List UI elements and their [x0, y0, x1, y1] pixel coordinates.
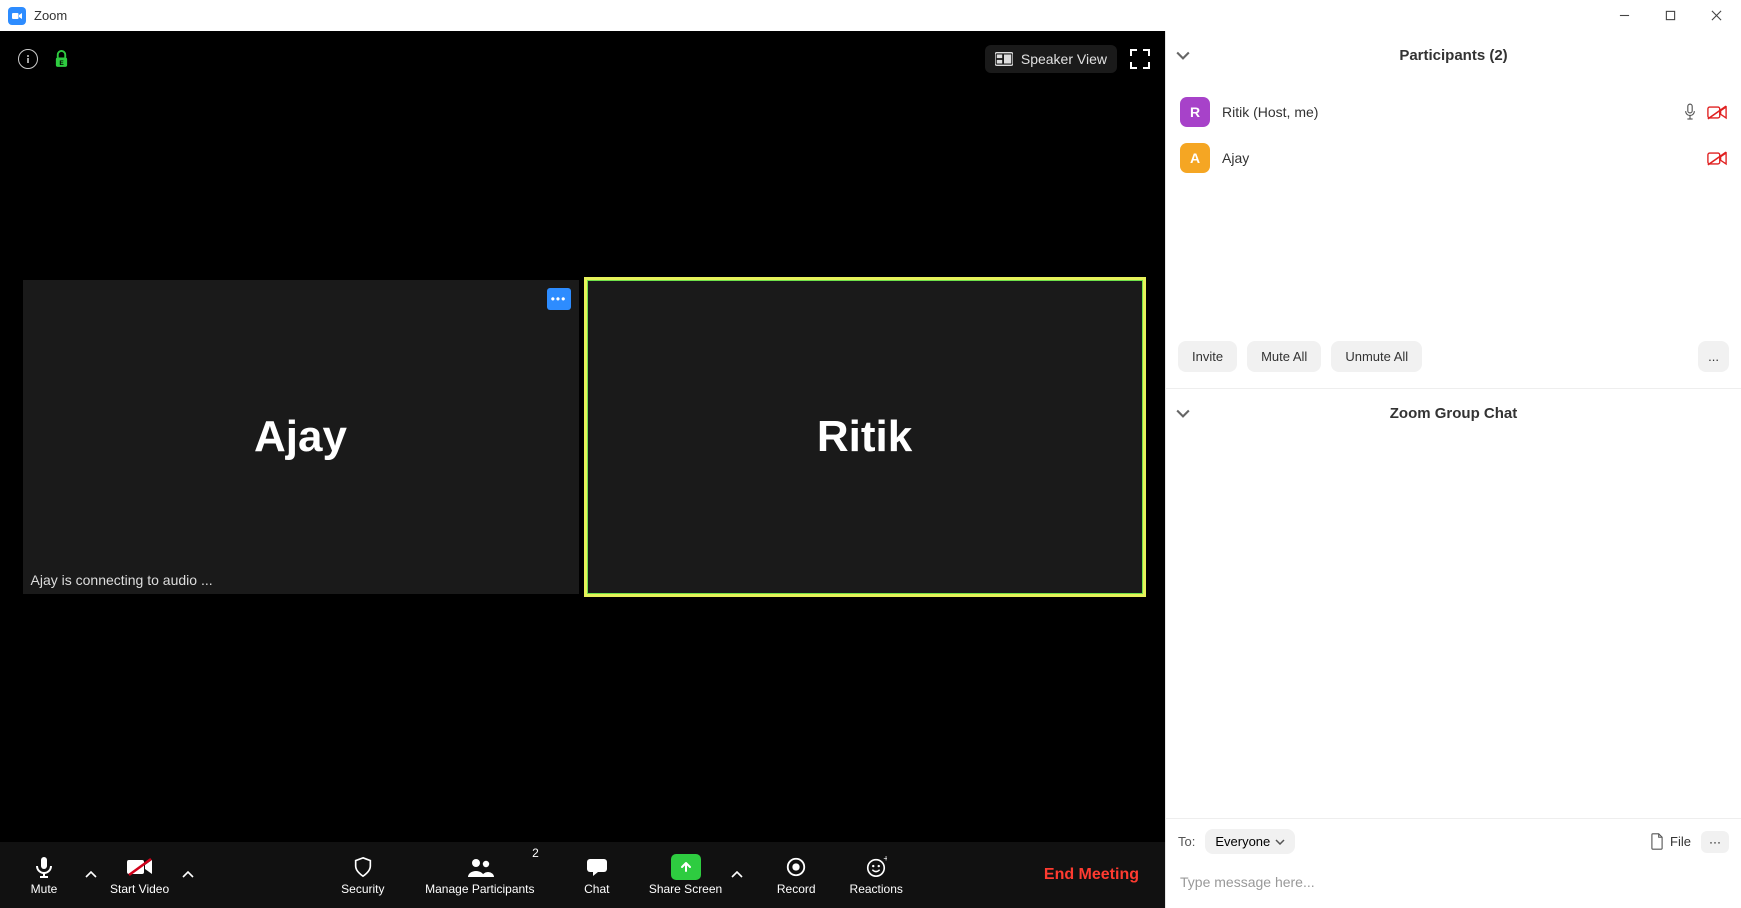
- security-button[interactable]: Security: [335, 850, 391, 900]
- tile-more-button[interactable]: •••: [547, 288, 571, 310]
- camera-off-icon: [1707, 105, 1727, 120]
- chat-more-button[interactable]: ···: [1701, 831, 1729, 853]
- window-title: Zoom: [34, 8, 1615, 23]
- shield-icon: [352, 855, 374, 879]
- mute-button[interactable]: Mute: [16, 855, 72, 896]
- end-meeting-button[interactable]: End Meeting: [1044, 866, 1139, 884]
- mute-all-button[interactable]: Mute All: [1247, 341, 1321, 372]
- chat-input[interactable]: [1166, 864, 1741, 908]
- meeting-toolbar: Mute Start Video: [0, 842, 1165, 908]
- participant-name: Ajay: [1222, 150, 1695, 166]
- side-panel: Participants (2) R Ritik (Host, me) A Aj…: [1165, 31, 1741, 908]
- chat-controls: To: Everyone File ···: [1166, 818, 1741, 864]
- window-minimize-button[interactable]: [1615, 7, 1633, 25]
- reactions-icon: +: [865, 855, 887, 879]
- participants-header: Participants (2): [1166, 31, 1741, 81]
- video-tile-ajay[interactable]: ••• Ajay Ajay is connecting to audio ...: [23, 280, 579, 594]
- participant-row[interactable]: A Ajay: [1166, 135, 1741, 181]
- record-icon: [785, 855, 807, 879]
- chat-recipient-dropdown[interactable]: Everyone: [1205, 829, 1295, 854]
- svg-text:+: +: [884, 856, 888, 864]
- microphone-icon: [32, 855, 56, 879]
- avatar: A: [1180, 143, 1210, 173]
- tile-status-label: Ajay is connecting to audio ...: [31, 572, 213, 588]
- participants-count-badge: 2: [532, 846, 539, 860]
- record-button[interactable]: Record: [768, 850, 824, 900]
- participants-more-button[interactable]: ...: [1698, 341, 1729, 372]
- participant-name: Ritik (Host, me): [1222, 104, 1671, 120]
- window-close-button[interactable]: [1707, 7, 1725, 25]
- fullscreen-button[interactable]: [1129, 48, 1151, 70]
- video-tile-ritik[interactable]: Ritik: [587, 280, 1143, 594]
- camera-off-icon: [126, 855, 154, 879]
- participants-list: R Ritik (Host, me) A Ajay: [1166, 81, 1741, 189]
- manage-participants-button[interactable]: 2 Manage Participants: [415, 850, 545, 900]
- share-options-caret[interactable]: [730, 850, 744, 900]
- share-screen-button[interactable]: Share Screen: [649, 855, 722, 896]
- video-area: E Speaker View ••• Ajay Ajay is connecti…: [0, 31, 1165, 908]
- start-video-button[interactable]: Start Video: [110, 855, 169, 896]
- microphone-icon: [1683, 103, 1697, 121]
- chat-section: Zoom Group Chat To: Everyone File ···: [1166, 389, 1741, 908]
- audio-options-caret[interactable]: [84, 850, 98, 900]
- tile-name-label: Ajay: [254, 412, 347, 462]
- chat-button[interactable]: Chat: [569, 850, 625, 900]
- chat-icon: [585, 855, 609, 879]
- video-options-caret[interactable]: [181, 850, 195, 900]
- window-maximize-button[interactable]: [1661, 7, 1679, 25]
- chat-file-button[interactable]: File: [1650, 833, 1691, 850]
- share-screen-icon: [671, 854, 701, 880]
- chat-messages: [1166, 439, 1741, 818]
- chat-header: Zoom Group Chat: [1166, 389, 1741, 439]
- tile-name-label: Ritik: [817, 412, 912, 462]
- chat-to-label: To:: [1178, 834, 1195, 849]
- reactions-button[interactable]: + Reactions: [848, 850, 904, 900]
- camera-off-icon: [1707, 151, 1727, 166]
- collapse-chat-button[interactable]: [1176, 409, 1190, 419]
- speaker-view-label: Speaker View: [1021, 51, 1107, 67]
- window-titlebar: Zoom: [0, 0, 1741, 31]
- speaker-view-button[interactable]: Speaker View: [985, 45, 1117, 73]
- meeting-info-icon[interactable]: [18, 49, 38, 69]
- unmute-all-button[interactable]: Unmute All: [1331, 341, 1422, 372]
- participants-actions: Invite Mute All Unmute All ...: [1166, 329, 1741, 389]
- zoom-logo-icon: [8, 7, 26, 25]
- svg-text:E: E: [59, 60, 64, 67]
- invite-button[interactable]: Invite: [1178, 341, 1237, 372]
- collapse-participants-button[interactable]: [1176, 51, 1190, 61]
- avatar: R: [1180, 97, 1210, 127]
- encryption-lock-icon[interactable]: E: [54, 50, 69, 68]
- participant-row[interactable]: R Ritik (Host, me): [1166, 89, 1741, 135]
- participants-icon: [466, 855, 494, 879]
